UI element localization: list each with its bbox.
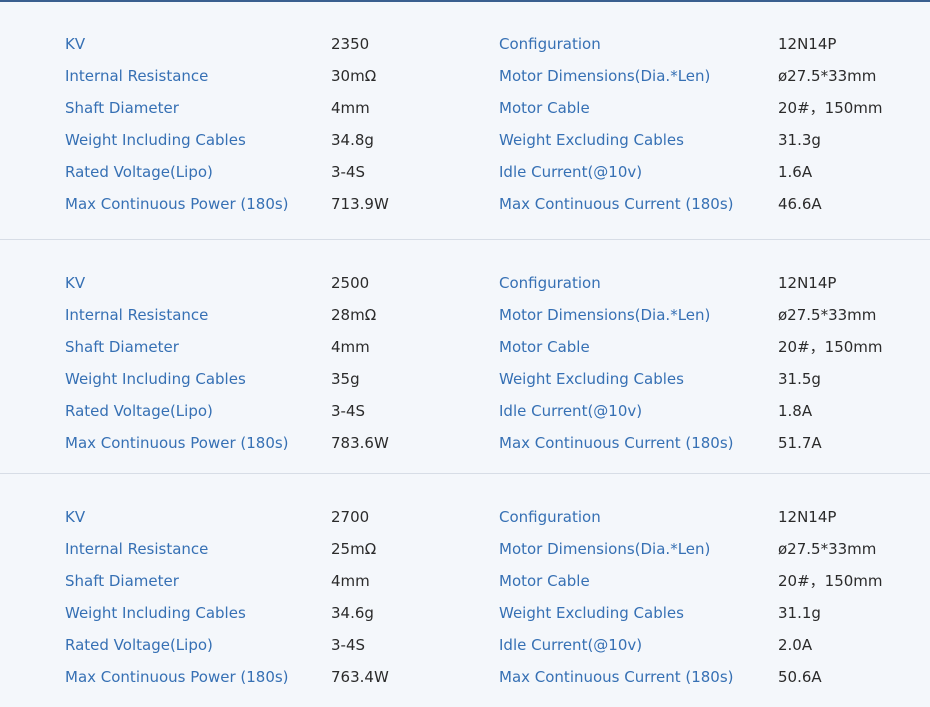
spec-label: Max Continuous Power (180s) [65, 195, 289, 213]
spec-row: Max Continuous Power (180s) 763.4W Max Con… [0, 667, 930, 699]
spec-label: Configuration [499, 508, 601, 526]
spec-value: 31.3g [778, 131, 821, 149]
spec-label: Rated Voltage(Lipo) [65, 402, 213, 420]
spec-value: 31.1g [778, 604, 821, 622]
spec-label: Weight Including Cables [65, 604, 246, 622]
spec-value: 783.6W [331, 434, 389, 452]
spec-row: Max Continuous Power (180s) 713.9W Max Con… [0, 194, 930, 226]
spec-label: Max Continuous Current (180s) [499, 195, 734, 213]
spec-value: 25mΩ [331, 540, 377, 558]
spec-value: ø27.5*33mm [778, 67, 877, 85]
spec-row: KV 2700 Configuration 12N14P [0, 507, 930, 539]
spec-label: Shaft Diameter [65, 99, 179, 117]
spec-label: Motor Dimensions(Dia.*Len) [499, 306, 711, 324]
spec-label: Motor Dimensions(Dia.*Len) [499, 540, 711, 558]
spec-value: 50.6A [778, 668, 822, 686]
spec-row: KV 2350 Configuration 12N14P [0, 34, 930, 66]
spec-value: 51.7A [778, 434, 822, 452]
spec-label: Internal Resistance [65, 306, 209, 324]
spec-label: Idle Current(@10v) [499, 163, 643, 181]
spec-row: Shaft Diameter 4mm Motor Cable 20#，150mm [0, 98, 930, 130]
spec-value: 34.8g [331, 131, 374, 149]
spec-value: 4mm [331, 572, 370, 590]
spec-value: 3-4S [331, 402, 366, 420]
spec-row: Internal Resistance 30mΩ Motor Dimensions(… [0, 66, 930, 98]
spec-value: 20#，150mm [778, 99, 883, 117]
spec-row: Shaft Diameter 4mm Motor Cable 20#，150mm [0, 571, 930, 603]
spec-label: Shaft Diameter [65, 572, 179, 590]
spec-label: Rated Voltage(Lipo) [65, 636, 213, 654]
spec-value: 3-4S [331, 163, 366, 181]
spec-value: ø27.5*33mm [778, 306, 877, 324]
spec-value: 2500 [331, 274, 370, 292]
spec-label: Configuration [499, 274, 601, 292]
spec-label: Motor Cable [499, 572, 590, 590]
spec-row: KV 2500 Configuration 12N14P [0, 273, 930, 305]
spec-label: Weight Including Cables [65, 131, 246, 149]
spec-label: Idle Current(@10v) [499, 636, 643, 654]
spec-row: Weight Including Cables 35g Weight Excludi… [0, 369, 930, 401]
spec-label: Weight Including Cables [65, 370, 246, 388]
spec-value: 4mm [331, 99, 370, 117]
spec-row: Rated Voltage(Lipo) 3-4S Idle Current(@10v… [0, 635, 930, 667]
spec-label: KV [65, 35, 86, 53]
spec-value: 20#，150mm [778, 338, 883, 356]
spec-label: KV [65, 274, 86, 292]
spec-label: Max Continuous Current (180s) [499, 434, 734, 452]
motor-spec-block: KV 2500 Configuration 12N14P Internal Resist… [0, 239, 930, 473]
spec-value: 31.5g [778, 370, 821, 388]
spec-value: 12N14P [778, 35, 837, 53]
spec-row: Shaft Diameter 4mm Motor Cable 20#，150mm [0, 337, 930, 369]
spec-row: Rated Voltage(Lipo) 3-4S Idle Current(@10v… [0, 401, 930, 433]
spec-value: 713.9W [331, 195, 389, 213]
spec-label: Rated Voltage(Lipo) [65, 163, 213, 181]
motor-spec-block: KV 2700 Configuration 12N14P Internal Resist… [0, 473, 930, 707]
spec-row: Weight Including Cables 34.6g Weight Exclu… [0, 603, 930, 635]
spec-value: 1.8A [778, 402, 813, 420]
spec-label: Motor Cable [499, 338, 590, 356]
spec-label: KV [65, 508, 86, 526]
spec-value: 28mΩ [331, 306, 377, 324]
spec-label: Configuration [499, 35, 601, 53]
spec-label: Max Continuous Current (180s) [499, 668, 734, 686]
spec-label: Internal Resistance [65, 540, 209, 558]
spec-label: Weight Excluding Cables [499, 370, 684, 388]
spec-value: 35g [331, 370, 360, 388]
spec-value: 4mm [331, 338, 370, 356]
spec-value: ø27.5*33mm [778, 540, 877, 558]
spec-label: Motor Dimensions(Dia.*Len) [499, 67, 711, 85]
spec-value: 12N14P [778, 508, 837, 526]
spec-value: 46.6A [778, 195, 822, 213]
spec-label: Internal Resistance [65, 67, 209, 85]
spec-label: Motor Cable [499, 99, 590, 117]
spec-label: Max Continuous Power (180s) [65, 668, 289, 686]
spec-value: 34.6g [331, 604, 374, 622]
spec-value: 30mΩ [331, 67, 377, 85]
spec-value: 12N14P [778, 274, 837, 292]
spec-value: 763.4W [331, 668, 389, 686]
spec-value: 1.6A [778, 163, 813, 181]
spec-label: Weight Excluding Cables [499, 604, 684, 622]
spec-row: Internal Resistance 28mΩ Motor Dimensions(… [0, 305, 930, 337]
spec-label: Weight Excluding Cables [499, 131, 684, 149]
spec-row: Rated Voltage(Lipo) 3-4S Idle Current(@10v… [0, 162, 930, 194]
spec-label: Max Continuous Power (180s) [65, 434, 289, 452]
spec-value: 2700 [331, 508, 370, 526]
spec-row: Weight Including Cables 34.8g Weight Exclu… [0, 130, 930, 162]
spec-row: Max Continuous Power (180s) 783.6W Max Con… [0, 433, 930, 465]
spec-label: Idle Current(@10v) [499, 402, 643, 420]
spec-label: Shaft Diameter [65, 338, 179, 356]
spec-value: 2.0A [778, 636, 813, 654]
spec-value: 3-4S [331, 636, 366, 654]
spec-value: 2350 [331, 35, 370, 53]
motor-spec-block: KV 2350 Configuration 12N14P Internal Resist… [0, 0, 930, 234]
spec-row: Internal Resistance 25mΩ Motor Dimensions(… [0, 539, 930, 571]
spec-value: 20#，150mm [778, 572, 883, 590]
